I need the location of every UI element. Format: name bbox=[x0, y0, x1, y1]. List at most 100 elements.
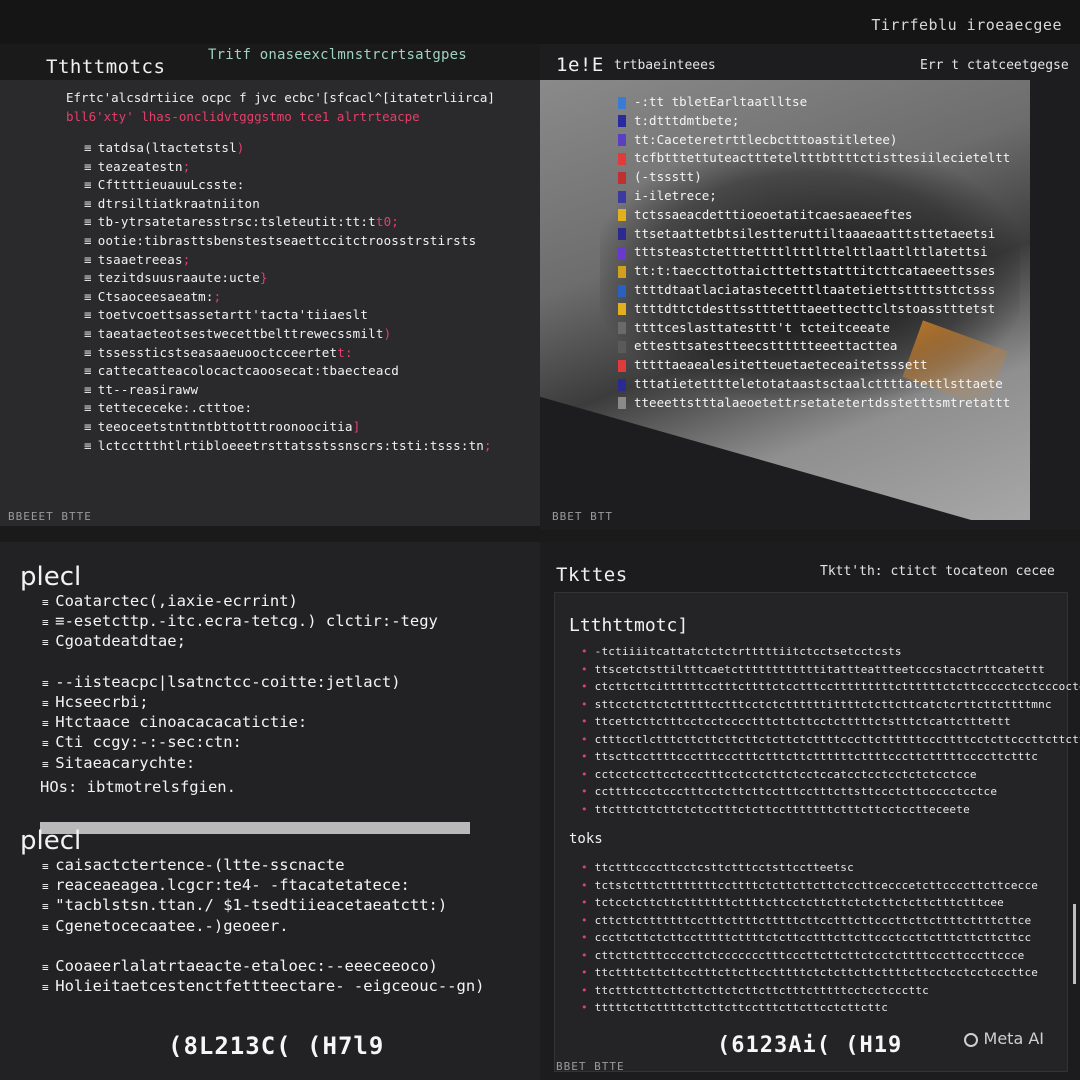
bullet-icon: • bbox=[581, 966, 595, 979]
list-item: • ttctttctttcttcttcttctcttcttctttctttttc… bbox=[581, 984, 929, 997]
bullet-icon: • bbox=[581, 861, 595, 874]
list-item: • ttctttccccttcctcsttctttcctsttcctteetsc bbox=[581, 861, 854, 874]
list-item: • ttscetctsttiltttcaetcttttttttttttitatt… bbox=[581, 663, 1045, 676]
list-item-text: ctttcctlctttcttcttcttcttctcttctcttttccct… bbox=[594, 732, 1080, 746]
list-item-text: ctcttcttcittttttcctttcttttctcctttccttttt… bbox=[594, 680, 1080, 693]
list-item: ≡ teazeatestn; bbox=[84, 159, 190, 174]
list-item: ≡ caisactctertence-(ltte-sscnacte bbox=[42, 856, 345, 874]
bullet-icon: • bbox=[581, 680, 595, 693]
list-item: ≡ Cgenetocecaatee.-)geoeer. bbox=[42, 917, 289, 935]
list-item-suffix: ; bbox=[484, 437, 492, 453]
list-item-text: teazeatestn bbox=[97, 158, 183, 174]
list-item-text: tctcctcttcttctttttttcttttcttcctcttcttctc… bbox=[594, 896, 1005, 909]
list-item-text: ccttttccctccctttcctcttcttcctttcctttcttst… bbox=[594, 785, 998, 798]
color-marker-icon bbox=[618, 115, 626, 128]
list-item-text: ttttceslasttatesttt't tcteitceeate bbox=[634, 319, 890, 335]
bullet-icon: ≡ bbox=[84, 214, 92, 230]
list-item-text: Cgenetocecaatee.-)geoeer. bbox=[55, 916, 289, 935]
list-item: • tctcctcttcttctttttttcttttcttcctcttcttc… bbox=[581, 896, 1004, 909]
list-item-text: tteeettstttalaeoetettrsetatetertdsstettt… bbox=[634, 394, 1011, 410]
list-item-text: tttsteastctetttettttltttlttelttlaattlttl… bbox=[634, 244, 988, 260]
color-marker-icon bbox=[618, 303, 626, 316]
list-item: ≡ Holieitaetcestenctfettteectare- -eigce… bbox=[42, 977, 485, 995]
list-item-text: ttttdttctdesttsstttetttaeettecttcltstoas… bbox=[634, 300, 996, 316]
list-item-text: i-iletrece; bbox=[634, 188, 717, 203]
panel-4-footer: BBET BTTE bbox=[556, 1060, 625, 1073]
list-item-text: t:dtttdmtbete; bbox=[634, 112, 740, 128]
top-right-label: Tirrfeblu iroeaecgee bbox=[871, 16, 1062, 34]
bullet-icon: • bbox=[581, 697, 595, 711]
bullet-icon: • bbox=[581, 878, 595, 892]
scrollbar[interactable] bbox=[1073, 904, 1076, 984]
list-item-text: Cgoatdeatdtae; bbox=[55, 632, 186, 651]
color-marker-icon bbox=[618, 96, 626, 109]
bullet-icon: ≡ bbox=[42, 860, 56, 873]
list-item: ≡ Cti ccgy:-:-sec:ctn: bbox=[42, 733, 242, 751]
color-marker-icon bbox=[618, 190, 626, 203]
list-item-text: ttctttctttcttcttcttctcttcttctttctttttcct… bbox=[594, 983, 929, 997]
list-item-text: ttscetctsttiltttcaetcttttttttttttitattte… bbox=[594, 662, 1045, 676]
list-item: ≡ Cgoatdeatdtae; bbox=[42, 632, 186, 650]
bullet-icon: ≡ bbox=[84, 437, 92, 453]
list-item-text: cttcttctttttttcctttcttttctttttcttcctttct… bbox=[594, 913, 1032, 927]
list-item: ≡ taeataeteotsestwecettbelttrewecssmilt) bbox=[84, 326, 391, 341]
bullet-icon: • bbox=[581, 750, 595, 763]
list-item: ≡ cattecatteacolocactcaoosecat:tbaecteacd bbox=[84, 363, 399, 378]
bullet-icon: • bbox=[581, 896, 595, 909]
color-marker-icon bbox=[618, 228, 626, 241]
list-item: ttttdtaatlaciatastecetttltaatetiettstttt… bbox=[618, 282, 995, 297]
bullet-icon: ≡ bbox=[84, 158, 92, 174]
list-item-suffix: t: bbox=[337, 344, 353, 360]
bullet-icon: • bbox=[581, 715, 595, 728]
list-item: tttsteastctetttettttltttlttelttlaattlttl… bbox=[618, 244, 988, 259]
list-item-text: Cti ccgy:-:-sec:ctn: bbox=[55, 733, 242, 752]
list-item-text: tsaaetreeas bbox=[97, 251, 183, 267]
list-item-text: CfttttieuauuLcsste: bbox=[97, 177, 245, 193]
bullet-icon: ≡ bbox=[84, 363, 92, 379]
list-item-text: ootie:tibrasttsbenstestseaettccitctrooss… bbox=[97, 233, 477, 248]
bullet-icon: • bbox=[581, 662, 595, 676]
list-item-text: tezitdsuusraaute:ucte bbox=[97, 270, 260, 286]
panel-4-meta: Tktt'th: ctitct tocateon cecee bbox=[820, 564, 1055, 579]
list-item: • cctcctccttcctccctttcctcctcttctcctccatc… bbox=[581, 768, 977, 781]
list-item-text: ttctttccccttcctcsttctttcctsttcctteetsc bbox=[594, 861, 854, 874]
list-item-text: ettesttsatestteecstttttteeettacttea bbox=[634, 338, 898, 354]
panel-2-meta: Err t ctatceetgegse bbox=[920, 58, 1069, 73]
list-item-suffix: ) bbox=[383, 326, 392, 341]
color-marker-icon bbox=[618, 284, 626, 297]
list-item: tt:t:taeccttottaictttettstatttitcttcatae… bbox=[618, 263, 995, 278]
panel-3: plecl ≡ Coatarctec(,iaxie-ecrrint) ≡ ≡-es… bbox=[0, 542, 540, 1080]
list-item: ≡ reaceaeagea.lcgcr:te4- -ftacatetatece: bbox=[42, 876, 410, 894]
list-item: ≡ --iisteacpc|lsatnctcc-coitte:jetlact) bbox=[42, 673, 401, 691]
list-item-text: ttcttttcttcttcctttcttcttcctttttctctcttct… bbox=[594, 966, 1039, 979]
list-item: tttatietetttteletotataastsctaalcttttatet… bbox=[618, 376, 1003, 391]
list-item: ≡ tt--reasiraww bbox=[84, 382, 198, 397]
list-item: ≡ Ctsaoceesaeatm:; bbox=[84, 289, 221, 304]
bullet-icon: ≡ bbox=[84, 270, 92, 286]
list-item: ≡ Sitaeacarychte: bbox=[42, 754, 195, 772]
list-item-text: tcfbtttettuteacttteteltttbttttctisttesii… bbox=[634, 150, 1011, 166]
bullet-icon: ≡ bbox=[42, 616, 56, 630]
bullet-icon: ≡ bbox=[84, 344, 92, 360]
list-item-text: --iisteacpc|lsatnctcc-coitte:jetlact) bbox=[55, 672, 401, 691]
meta-ai-ring-icon bbox=[963, 1033, 978, 1047]
list-item-suffix: ; bbox=[182, 158, 191, 174]
color-marker-icon bbox=[618, 359, 626, 372]
list-item-text: "tacblstsn.ttan./ $1-tsedtiieacetaeatctt… bbox=[55, 896, 448, 915]
section-heading: toks bbox=[569, 831, 603, 847]
list-item-text: taeataeteotsestwecettbelttrewecssmilt bbox=[97, 326, 384, 341]
list-item: • -tctiiiitcattatctctctrtttttiitctcctset… bbox=[581, 645, 902, 658]
bullet-icon: • bbox=[581, 913, 595, 927]
color-marker-icon bbox=[618, 397, 626, 410]
list-item-text: tettececeke:.ctttoe: bbox=[97, 400, 253, 416]
panel-1-header: Tthttmotcs Tritf onaseexclmnstrcrtsatgpe… bbox=[0, 44, 540, 80]
bullet-icon: ≡ bbox=[42, 737, 56, 751]
list-item-text: tatdsa(ltactetstsl bbox=[97, 140, 237, 155]
list-item-text: toetvcoettsassetartt'tacta'tiiaeslt bbox=[97, 307, 369, 323]
list-item: • tttttcttcttttcttcttcttcctttcttcttcctct… bbox=[581, 1001, 888, 1014]
bullet-icon: ≡ bbox=[84, 251, 92, 267]
list-item-text: ttttdtaatlaciatastecetttltaatetiettstttt… bbox=[634, 282, 996, 297]
list-item: tteeettstttalaeoetettrsetatetertdsstettt… bbox=[618, 395, 1010, 410]
list-item-text: tctssaeacdetttioeoetatitcaesaeaeeftes bbox=[634, 206, 913, 222]
list-item-text: sttcctcttctctttttcctttcctctcttttttittttc… bbox=[594, 697, 1052, 711]
